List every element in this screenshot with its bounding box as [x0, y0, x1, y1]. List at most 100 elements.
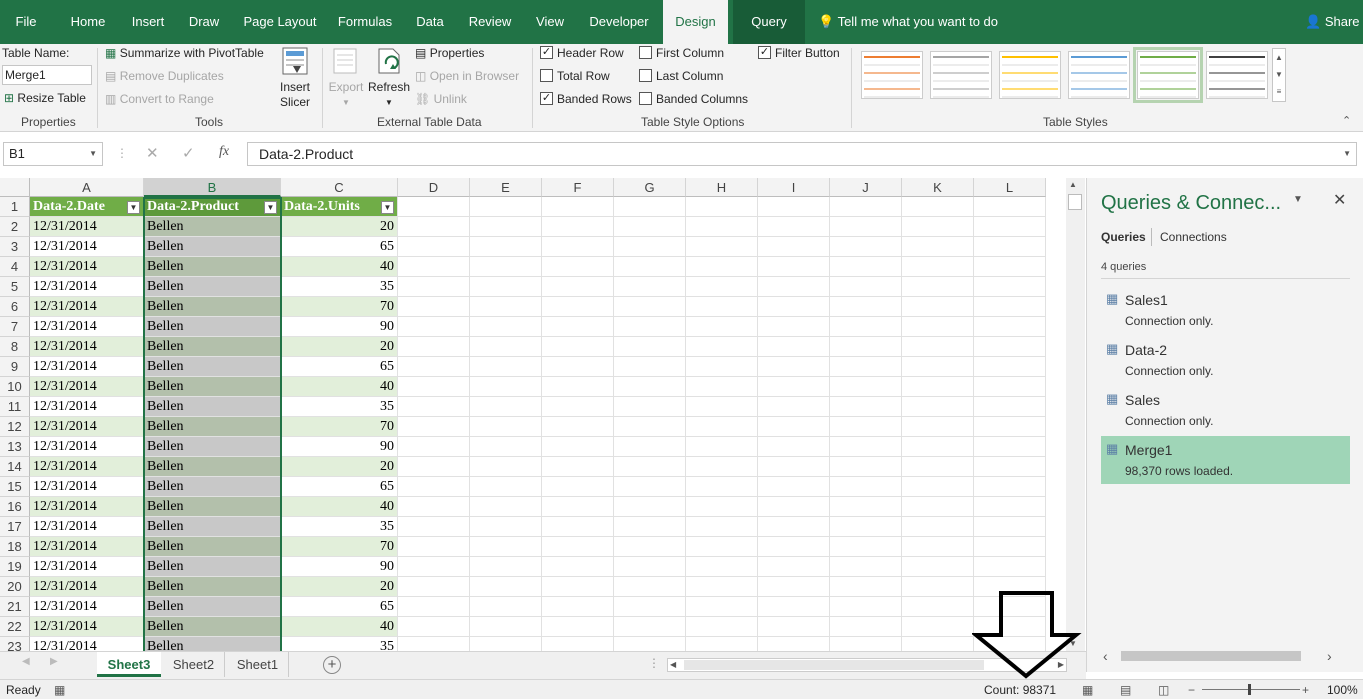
row-header[interactable]: 6 — [0, 297, 30, 317]
tab-connections[interactable]: Connections — [1160, 230, 1227, 244]
table-cell[interactable]: Bellen — [144, 437, 281, 457]
empty-cell[interactable] — [758, 417, 830, 437]
table-cell[interactable]: 12/31/2014 — [30, 257, 144, 277]
empty-cell[interactable] — [470, 277, 542, 297]
table-cell[interactable]: 12/31/2014 — [30, 417, 144, 437]
table-cell[interactable]: 12/31/2014 — [30, 217, 144, 237]
empty-cell[interactable] — [974, 297, 1046, 317]
table-name-input[interactable]: Merge1 — [2, 65, 92, 85]
empty-cell[interactable] — [470, 497, 542, 517]
empty-cell[interactable] — [614, 257, 686, 277]
row-header[interactable]: 19 — [0, 557, 30, 577]
status-count[interactable]: Count: 98371 — [984, 680, 1056, 699]
row-header[interactable]: 7 — [0, 317, 30, 337]
banded-columns-checkbox[interactable] — [639, 92, 652, 105]
empty-cell[interactable] — [470, 537, 542, 557]
empty-cell[interactable] — [902, 337, 974, 357]
empty-cell[interactable] — [902, 197, 974, 217]
empty-cell[interactable] — [542, 297, 614, 317]
column-header-i[interactable]: I — [758, 178, 830, 197]
insert-function-icon[interactable]: fx — [219, 144, 229, 160]
table-cell[interactable]: Bellen — [144, 237, 281, 257]
empty-cell[interactable] — [398, 397, 470, 417]
empty-cell[interactable] — [974, 317, 1046, 337]
empty-cell[interactable] — [902, 357, 974, 377]
empty-cell[interactable] — [902, 397, 974, 417]
empty-cell[interactable] — [974, 377, 1046, 397]
tab-page-layout[interactable]: Page Layout — [238, 0, 322, 44]
insert-slicer-button[interactable]: Insert Slicer — [276, 46, 314, 110]
empty-cell[interactable] — [398, 377, 470, 397]
gallery-scroll[interactable]: ▲ ▼ ≡ — [1272, 48, 1286, 102]
table-cell[interactable]: 12/31/2014 — [30, 317, 144, 337]
empty-cell[interactable] — [902, 537, 974, 557]
tab-query[interactable]: Query — [733, 0, 805, 44]
table-cell[interactable]: Bellen — [144, 377, 281, 397]
empty-cell[interactable] — [398, 537, 470, 557]
resize-table-button[interactable]: ⊞ Resize Table — [4, 89, 86, 107]
empty-cell[interactable] — [686, 497, 758, 517]
empty-cell[interactable] — [686, 417, 758, 437]
query-item[interactable]: ▦ Sales Connection only. — [1101, 386, 1350, 434]
empty-cell[interactable] — [614, 417, 686, 437]
zoom-out-icon[interactable]: − — [1188, 680, 1195, 699]
scroll-up-icon[interactable]: ▲ — [1069, 180, 1077, 189]
table-style-swatch[interactable] — [1133, 47, 1203, 103]
column-header-h[interactable]: H — [686, 178, 758, 197]
scroll-thumb[interactable] — [1068, 194, 1082, 210]
empty-cell[interactable] — [686, 477, 758, 497]
table-cell[interactable]: Bellen — [144, 537, 281, 557]
filter-dropdown-icon[interactable]: ▼ — [381, 201, 394, 214]
empty-cell[interactable] — [830, 517, 902, 537]
empty-cell[interactable] — [830, 617, 902, 637]
table-cell[interactable]: 70 — [281, 417, 398, 437]
table-cell[interactable]: Bellen — [144, 637, 281, 651]
empty-cell[interactable] — [974, 257, 1046, 277]
row-header[interactable]: 2 — [0, 217, 30, 237]
open-in-browser-button[interactable]: ◫ Open in Browser — [415, 67, 519, 85]
table-cell[interactable]: Bellen — [144, 257, 281, 277]
empty-cell[interactable] — [974, 357, 1046, 377]
table-cell[interactable]: 40 — [281, 497, 398, 517]
empty-cell[interactable] — [830, 577, 902, 597]
empty-cell[interactable] — [830, 237, 902, 257]
table-cell[interactable]: 12/31/2014 — [30, 457, 144, 477]
empty-cell[interactable] — [758, 337, 830, 357]
empty-cell[interactable] — [758, 557, 830, 577]
empty-cell[interactable] — [470, 297, 542, 317]
empty-cell[interactable] — [974, 457, 1046, 477]
empty-cell[interactable] — [830, 537, 902, 557]
empty-cell[interactable] — [902, 377, 974, 397]
table-cell[interactable]: Bellen — [144, 337, 281, 357]
row-header[interactable]: 21 — [0, 597, 30, 617]
empty-cell[interactable] — [470, 417, 542, 437]
empty-cell[interactable] — [758, 397, 830, 417]
name-box[interactable]: B1 ▼ — [3, 142, 103, 166]
empty-cell[interactable] — [398, 317, 470, 337]
empty-cell[interactable] — [542, 397, 614, 417]
empty-cell[interactable] — [614, 217, 686, 237]
empty-cell[interactable] — [542, 337, 614, 357]
empty-cell[interactable] — [686, 217, 758, 237]
empty-cell[interactable] — [686, 197, 758, 217]
empty-cell[interactable] — [902, 297, 974, 317]
empty-cell[interactable] — [830, 597, 902, 617]
table-cell[interactable]: 20 — [281, 577, 398, 597]
empty-cell[interactable] — [686, 457, 758, 477]
table-cell[interactable]: 90 — [281, 437, 398, 457]
table-cell[interactable]: Bellen — [144, 417, 281, 437]
empty-cell[interactable] — [902, 597, 974, 617]
empty-cell[interactable] — [614, 377, 686, 397]
table-cell[interactable]: 90 — [281, 317, 398, 337]
header-row-checkbox[interactable]: ✓ — [540, 46, 553, 59]
empty-cell[interactable] — [614, 197, 686, 217]
empty-cell[interactable] — [830, 277, 902, 297]
empty-cell[interactable] — [470, 617, 542, 637]
sheet-tab-sheet3[interactable]: Sheet3 — [97, 652, 161, 677]
empty-cell[interactable] — [686, 377, 758, 397]
tab-draw[interactable]: Draw — [182, 0, 226, 44]
tab-developer[interactable]: Developer — [584, 0, 654, 44]
empty-cell[interactable] — [398, 477, 470, 497]
convert-to-range-button[interactable]: ▥ Convert to Range — [105, 90, 214, 108]
empty-cell[interactable] — [686, 337, 758, 357]
